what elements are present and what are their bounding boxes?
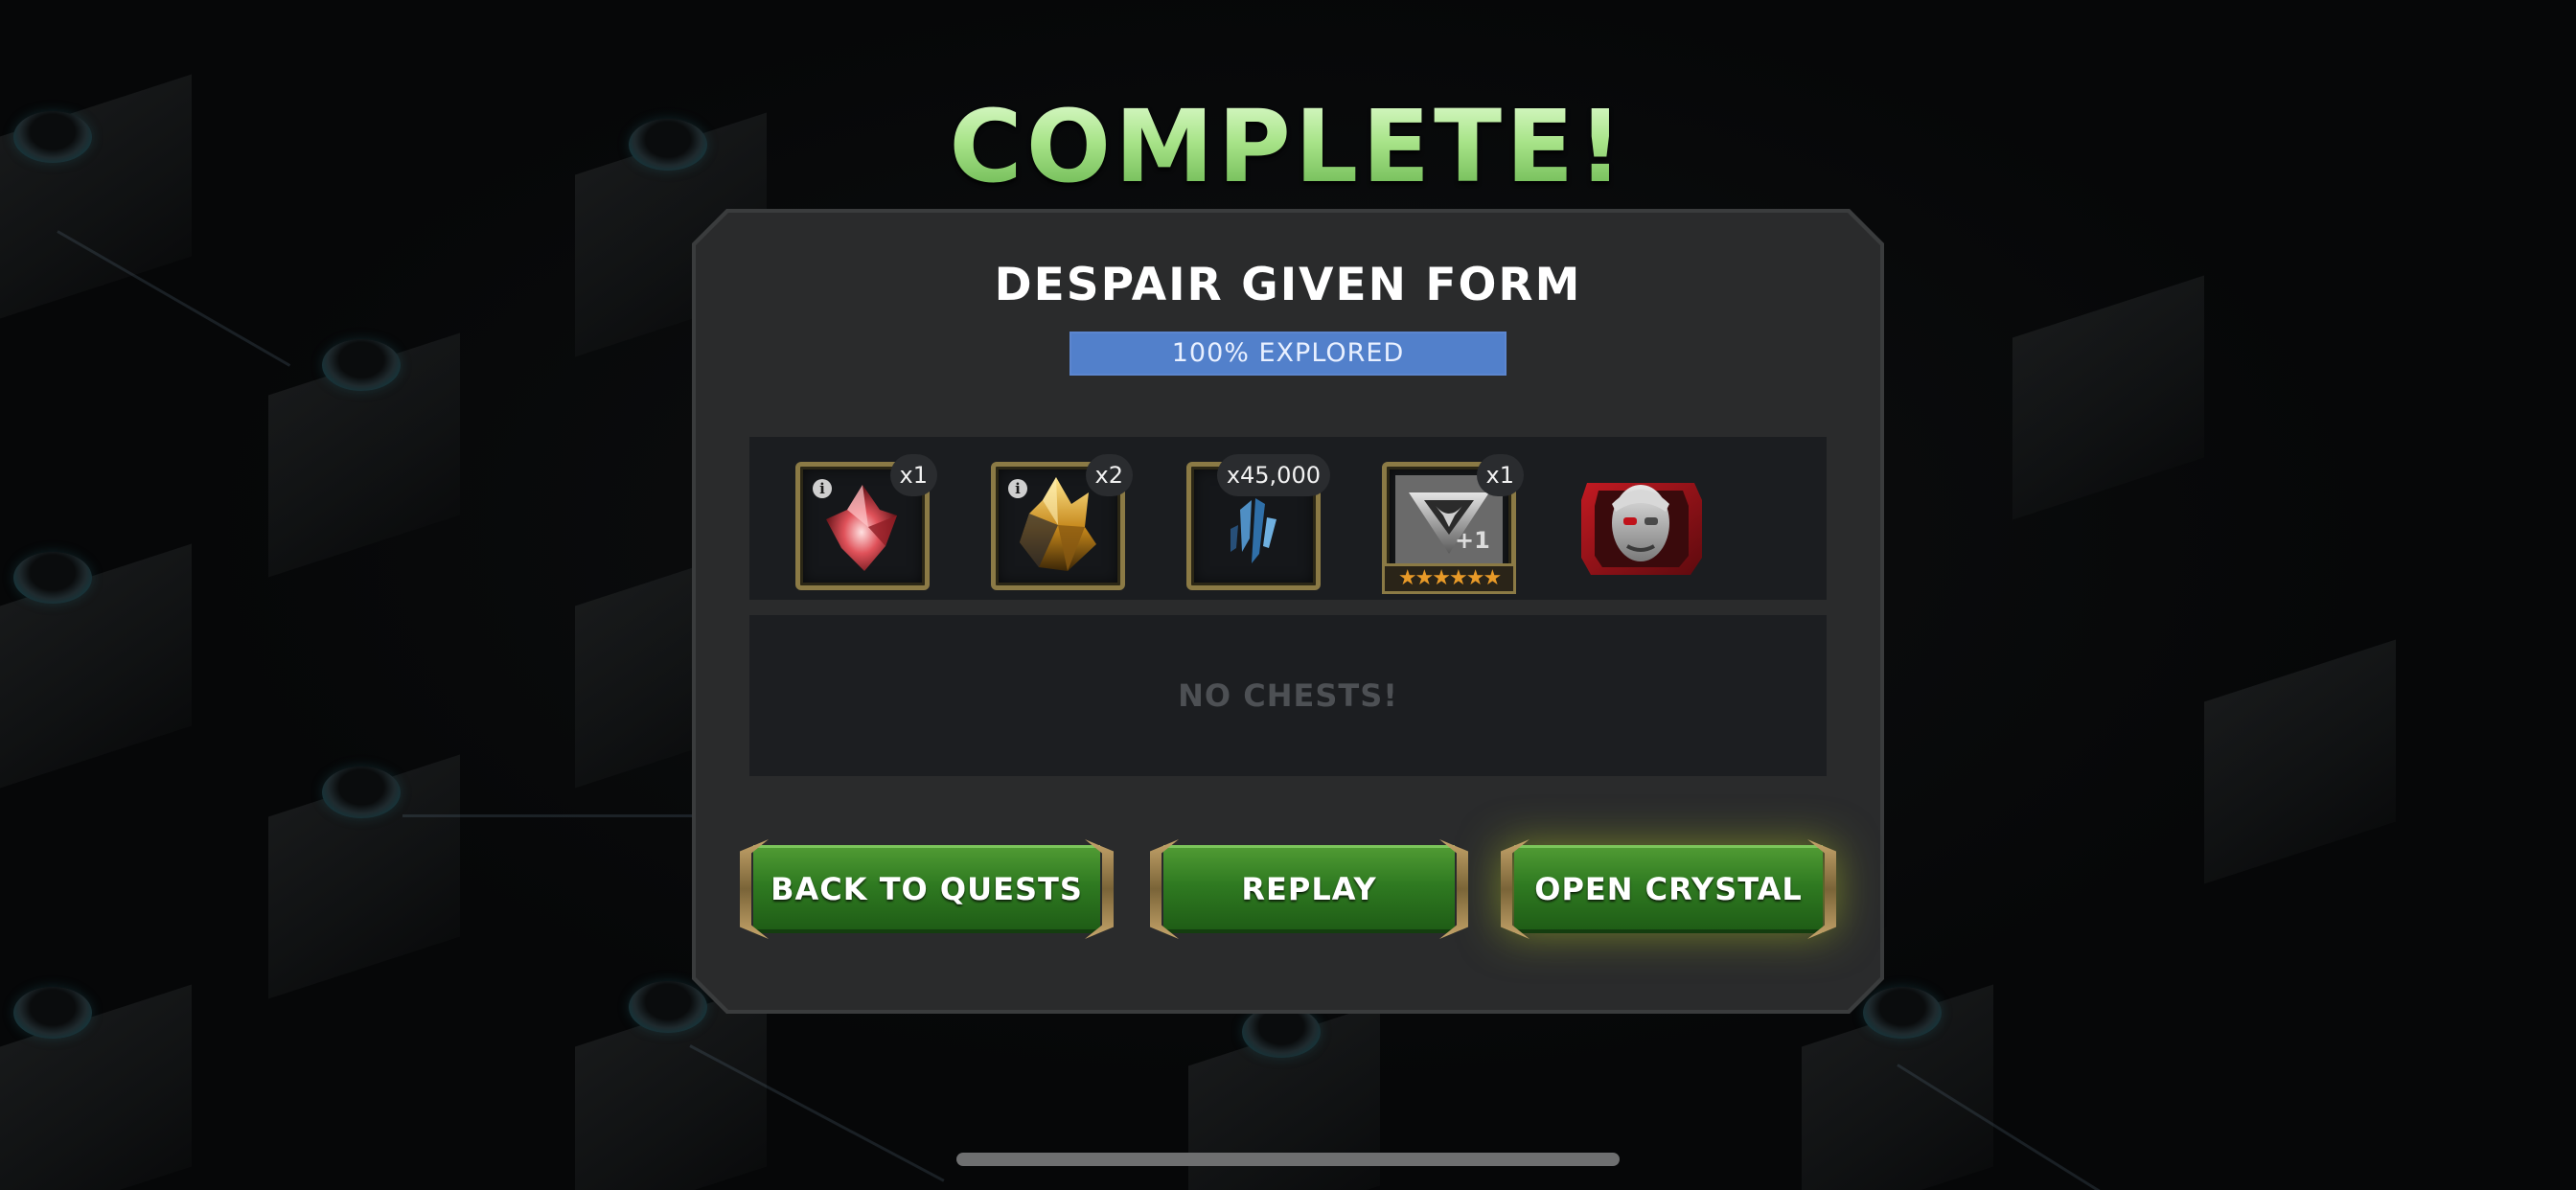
home-indicator[interactable] [956,1153,1620,1166]
reward-quantity: x45,000 [1216,454,1330,496]
back-to-quests-label: BACK TO QUESTS [770,871,1083,907]
bg-path [402,814,709,817]
replay-button[interactable]: REPLAY [1150,839,1468,939]
open-crystal-label: OPEN CRYSTAL [1534,871,1803,907]
info-icon[interactable]: i [1008,479,1027,498]
map-background: COMPLETE! DESPAIR GIVEN FORM 100% EXPLOR… [0,0,2576,1190]
explored-progress-bar: 100% EXPLORED [1070,332,1506,376]
no-chests-label: NO CHESTS! [1178,677,1398,714]
replay-label: REPLAY [1241,871,1377,907]
bg-node [1242,1006,1321,1058]
reward-item[interactable]: +1 ★★★★★★ x1 [1382,454,1524,594]
champion-portrait-icon [1581,483,1702,575]
reward-quantity: x1 [889,454,937,496]
reward-item[interactable]: x45,000 [1186,454,1330,590]
rank-plus-label: +1 [1455,527,1490,554]
bg-node [322,767,401,818]
bg-node [13,987,92,1039]
bg-block [2204,639,2396,884]
info-icon[interactable]: i [813,479,832,498]
bg-node [629,981,707,1033]
bg-block [2012,275,2204,520]
bg-node [322,339,401,391]
back-to-quests-button[interactable]: BACK TO QUESTS [740,839,1114,939]
reward-quantity: x1 [1476,454,1524,496]
reward-item[interactable]: i x1 [795,454,937,590]
open-crystal-button[interactable]: OPEN CRYSTAL [1501,839,1836,939]
complete-title: COMPLETE! [0,88,2576,205]
bg-node [13,552,92,604]
reward-item[interactable]: i x2 [991,454,1133,590]
bg-node [1863,987,1942,1039]
chests-box: NO CHESTS! [749,615,1827,776]
reward-item[interactable] [1574,462,1708,590]
quest-name: DESPAIR GIVEN FORM [994,259,1582,311]
star-rating: ★★★★★★ [1382,563,1516,594]
explored-label: 100% EXPLORED [1171,338,1405,368]
rewards-row: i x1 i x2 x45,000 +1 ★★★★★★ x1 [749,437,1827,600]
reward-quantity: x2 [1085,454,1133,496]
